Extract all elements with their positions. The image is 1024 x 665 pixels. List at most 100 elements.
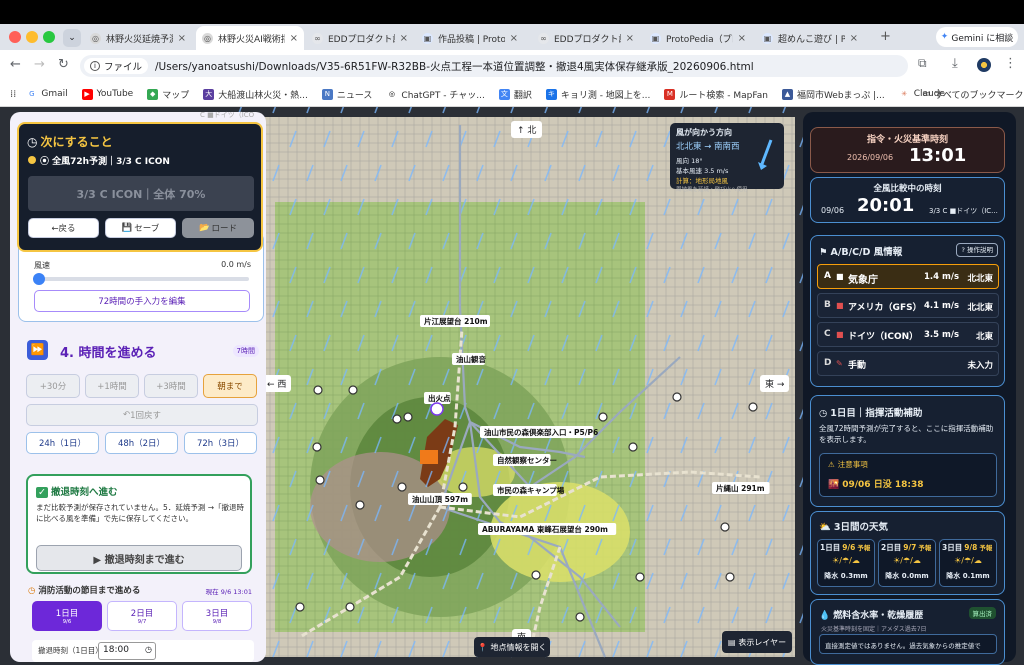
tab-0[interactable]: ◎ 林野火災延焼予測 × bbox=[84, 27, 192, 49]
map-point bbox=[403, 412, 413, 422]
help-icon: ? bbox=[961, 246, 965, 254]
map-point bbox=[575, 612, 585, 622]
retreat-advance-button[interactable]: ▶ 撤退時刻まで進む bbox=[36, 545, 242, 571]
bookmark-6[interactable]: 文翻訳 bbox=[498, 88, 532, 101]
layer-button[interactable]: ▤ 表示レイヤー bbox=[722, 631, 792, 653]
next-action-card: ◷ 次にすること ⦿ 全風72h予測｜3/3 C ICON 3/3 C ICON｜… bbox=[17, 122, 263, 252]
hour-button-0[interactable]: 24h（1日） bbox=[26, 432, 99, 454]
bookmark-8[interactable]: M ルート検索 - MapFan bbox=[664, 88, 768, 101]
place-label-text: 自然観察センター bbox=[497, 455, 557, 465]
wind-row-D[interactable]: D ✎ 手動 未入力 bbox=[817, 351, 999, 376]
retreat-time-input[interactable]: 18:00 ◷ bbox=[98, 642, 156, 660]
day-button-0[interactable]: 1日目 9/6 bbox=[32, 601, 102, 631]
tab-4[interactable]: ∞ EDDプロダクト詳細 × bbox=[532, 27, 640, 49]
tab-close-icon[interactable]: × bbox=[400, 33, 408, 44]
wind-arrow bbox=[714, 107, 719, 114]
profile-avatar[interactable] bbox=[977, 58, 991, 72]
advance-button-3[interactable]: 朝まで bbox=[203, 374, 257, 398]
wind-key: D bbox=[824, 358, 832, 368]
back-icon[interactable]: ← bbox=[10, 57, 21, 72]
gemini-button[interactable]: ✦ Gemini に相談 bbox=[936, 27, 1018, 47]
wind-speed-slider[interactable] bbox=[33, 273, 249, 285]
weather-day-label: 1日目 bbox=[820, 543, 841, 552]
map-point bbox=[672, 392, 682, 402]
day-date: 9/6 bbox=[62, 619, 72, 625]
file-chip[interactable]: i ファイル bbox=[84, 58, 149, 74]
day-button-1[interactable]: 2日目 9/7 bbox=[107, 601, 177, 631]
bookmark-7[interactable]: キキョリ測 - 地図上を... bbox=[545, 88, 650, 101]
caution-title-text: 注意事項 bbox=[837, 460, 868, 469]
minimize-window-icon[interactable] bbox=[26, 31, 38, 43]
bookmark-1[interactable]: ▶ YouTube bbox=[81, 88, 133, 100]
load-button[interactable]: 📂 ロード bbox=[182, 218, 254, 238]
advance-button-1[interactable]: +1時間 bbox=[85, 374, 139, 398]
bookmark-0[interactable]: G Gmail bbox=[26, 88, 68, 100]
reload-icon[interactable]: ↻ bbox=[58, 57, 69, 72]
download-icon[interactable]: ⤓ bbox=[952, 56, 958, 71]
bookmark-icon: ▲ bbox=[781, 88, 793, 100]
menu-kebab-icon[interactable]: ⋮ bbox=[1004, 56, 1017, 71]
url-text[interactable]: /Users/yanoatsushi/Downloads/V35-6R51FW-… bbox=[155, 59, 754, 74]
weather-date: 9/7 bbox=[903, 543, 917, 552]
map-point bbox=[598, 412, 608, 422]
tab-5[interactable]: ▣ ProtoPedia（プロ × bbox=[644, 27, 752, 49]
tab-2[interactable]: ∞ EDDプロダクト詳細 × bbox=[306, 27, 414, 49]
bookmark-label: ChatGPT - チャッ... bbox=[401, 90, 485, 101]
tab-close-icon[interactable]: × bbox=[510, 33, 518, 44]
bookmark-9[interactable]: ▲ 福岡市Webまっぷ |... bbox=[781, 88, 885, 101]
new-tab-icon[interactable]: + bbox=[880, 29, 891, 44]
forward-icon[interactable]: → bbox=[34, 57, 45, 72]
tab-close-icon[interactable]: × bbox=[290, 33, 298, 44]
wind-legend-note: 周地風を延焼・飛び火へ使用 bbox=[676, 187, 748, 193]
apps-grid-icon[interactable]: ⁞⁞ bbox=[10, 89, 16, 100]
bookmark-2[interactable]: ◆ マップ bbox=[147, 88, 189, 101]
tab-close-icon[interactable]: × bbox=[850, 33, 858, 44]
extensions-icon[interactable]: ⧉ bbox=[918, 56, 927, 71]
weather-rain: 降水 0.1mm bbox=[946, 572, 990, 580]
all-bookmarks[interactable]: ▭ すべてのブックマーク bbox=[922, 88, 1024, 101]
maximize-window-icon[interactable] bbox=[43, 31, 55, 43]
edit-72h-button[interactable]: 72時間の手入力を編集 bbox=[34, 290, 250, 312]
tab-close-icon[interactable]: × bbox=[626, 33, 634, 44]
tab-close-icon[interactable]: × bbox=[738, 33, 746, 44]
weather-icons: ☀/☂/☁ bbox=[832, 556, 860, 565]
wind-row-A[interactable]: A ■ 気象庁 1.4 m/s 北北東 bbox=[817, 264, 999, 289]
day-button-2[interactable]: 3日目 9/8 bbox=[182, 601, 252, 631]
progress-display: 3/3 C ICON｜全体 70% bbox=[28, 176, 254, 211]
hour-button-1[interactable]: 48h（2日） bbox=[105, 432, 178, 454]
weather-day-1: 2日目 9/7 予報 ☀/☂/☁ 降水 0.0mm bbox=[878, 539, 936, 587]
address-bar[interactable]: i ファイル /Users/yanoatsushi/Downloads/V35-… bbox=[80, 55, 908, 77]
map-point bbox=[635, 572, 645, 582]
step4-section: ⏩ 4. 時間を進める 7時間 +30分 +1時間 +3時間 朝まで ↶ 1回戻す 24… bbox=[16, 334, 262, 454]
back-button[interactable]: ←戻る bbox=[28, 218, 99, 238]
weather-day-0: 1日目 9/6 予報 ☀/☂/☁ 降水 0.3mm bbox=[817, 539, 875, 587]
tab-6[interactable]: ▣ 超めんこ遊び | Pro × bbox=[756, 27, 864, 49]
advance-button-2[interactable]: +3時間 bbox=[144, 374, 198, 398]
wind-row-B[interactable]: B ■ アメリカ（GFS） 4.1 m/s 北北東 bbox=[817, 293, 999, 318]
bookmark-4[interactable]: N ニュース bbox=[321, 88, 372, 101]
tab-3[interactable]: ▣ 作品投稿 | ProtoPe × bbox=[416, 27, 524, 49]
help-button[interactable]: ? 操作説明 bbox=[956, 243, 998, 257]
save-button[interactable]: 💾 セーブ bbox=[105, 218, 176, 238]
wind-row-C[interactable]: C ■ ドイツ（ICON） 3.5 m/s 北東 bbox=[817, 322, 999, 347]
country-flag-icon: ✎ bbox=[836, 359, 843, 368]
fuel-card: 💧 燃料含水率・乾燥履歴 算出済 火災基準時刻を固定｜アメダス過去7日 直接測定値… bbox=[810, 599, 1005, 665]
bookmark-label: 大船渡山林火災・熱... bbox=[218, 90, 308, 101]
time-clock-icon: ◷ bbox=[145, 645, 152, 654]
undo-one-button[interactable]: ↶ 1回戻す bbox=[26, 404, 258, 426]
hour-button-2[interactable]: 72h（3日） bbox=[184, 432, 257, 454]
advance-button-0[interactable]: +30分 bbox=[26, 374, 80, 398]
slider-thumb[interactable] bbox=[33, 273, 45, 285]
tab-title: 作品投稿 | ProtoPe bbox=[438, 34, 505, 45]
tab-search-icon[interactable]: ⌄ bbox=[63, 29, 81, 47]
save-icon: 💾 bbox=[121, 223, 133, 233]
close-window-icon[interactable] bbox=[9, 31, 21, 43]
place-label-9: ABURAYAMA 東峰石展望台 290m bbox=[478, 523, 617, 535]
bookmark-label: マップ bbox=[162, 90, 190, 101]
bookmark-3[interactable]: 大大船渡山林火災・熱... bbox=[203, 88, 308, 101]
tab-1[interactable]: ◎ 林野火災AI戦術指揮 × bbox=[196, 26, 304, 50]
point-info-button[interactable]: 📍 地点情報を開く bbox=[474, 637, 550, 657]
wind-arrow bbox=[544, 107, 549, 114]
tab-close-icon[interactable]: × bbox=[178, 33, 186, 44]
bookmark-5[interactable]: ◎ ChatGPT - チャッ... bbox=[386, 88, 485, 101]
